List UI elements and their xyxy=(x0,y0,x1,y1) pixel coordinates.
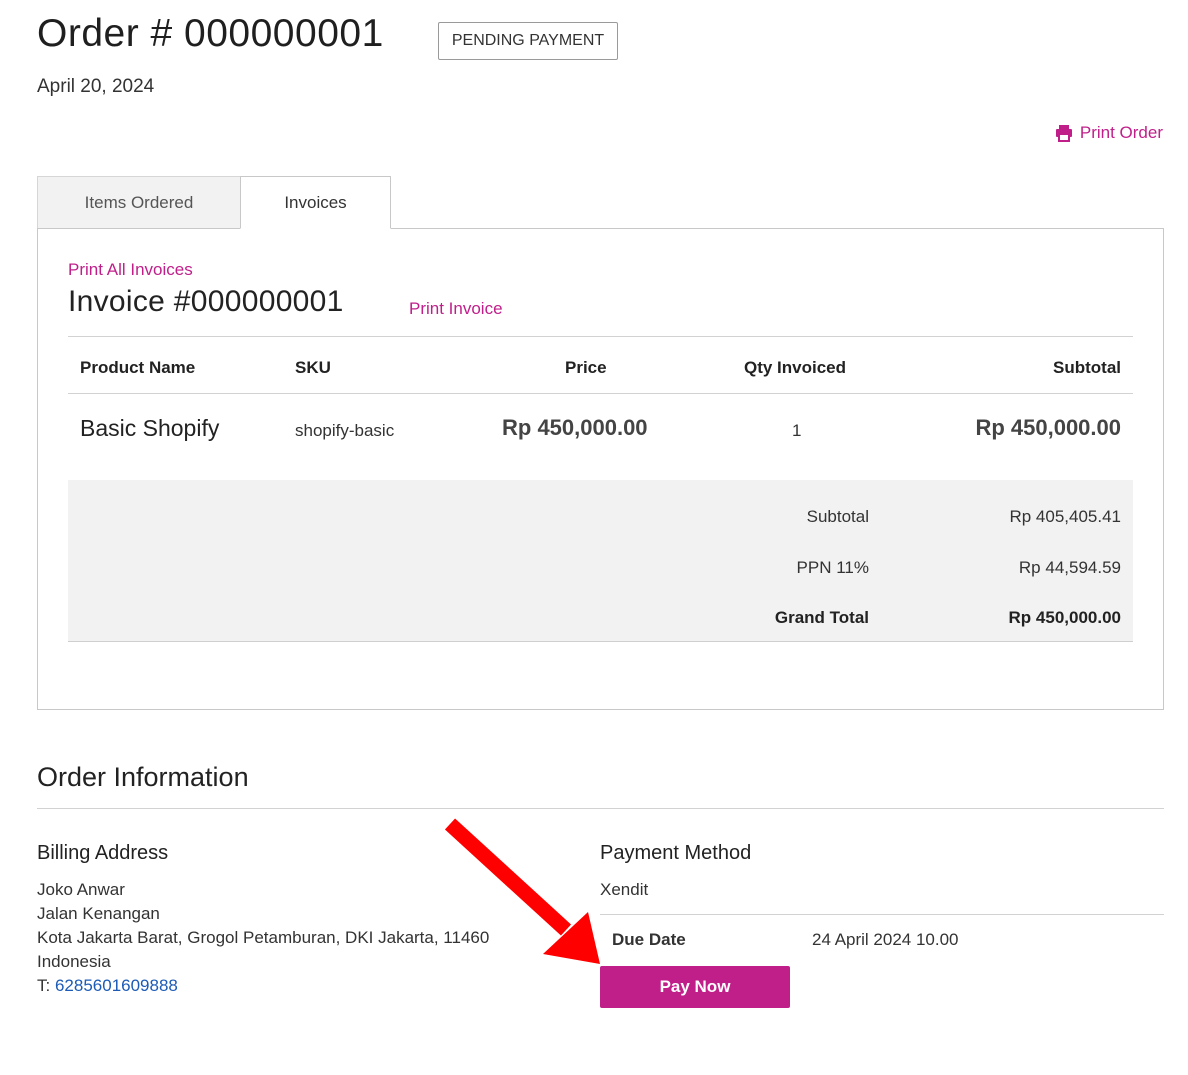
divider xyxy=(68,393,1133,394)
tab-invoices[interactable]: Invoices xyxy=(240,176,391,229)
print-order-label: Print Order xyxy=(1079,123,1163,142)
order-information-title: Order Information xyxy=(37,762,249,792)
divider xyxy=(600,914,1164,915)
due-date-value: 24 April 2024 10.00 xyxy=(812,930,959,949)
status-badge: PENDING PAYMENT xyxy=(438,22,618,60)
divider xyxy=(68,336,1133,337)
invoice-title: Invoice #000000001 xyxy=(68,285,344,318)
column-header-price: Price xyxy=(565,358,607,377)
tax-value: Rp 44,594.59 xyxy=(1018,558,1121,577)
row-product-name: Basic Shopify xyxy=(80,415,220,441)
red-arrow-annotation xyxy=(444,818,600,964)
column-header-subtotal: Subtotal xyxy=(1053,358,1121,377)
print-order-link[interactable]: Print Order xyxy=(1054,123,1163,143)
subtotal-label: Subtotal xyxy=(806,507,869,526)
billing-address-title: Billing Address xyxy=(37,842,169,864)
due-date-label: Due Date xyxy=(612,930,686,949)
column-header-qty: Qty Invoiced xyxy=(744,358,847,377)
phone-prefix: T: xyxy=(37,976,51,995)
order-title: Order # 000000001 xyxy=(37,12,384,55)
grand-total-value: Rp 450,000.00 xyxy=(1008,608,1121,627)
payment-method-title: Payment Method xyxy=(600,842,752,864)
totals-box xyxy=(68,480,1133,642)
print-invoice-link[interactable]: Print Invoice xyxy=(409,299,503,319)
phone-link[interactable]: 6285601609888 xyxy=(55,976,178,995)
row-sku: shopify-basic xyxy=(295,421,395,440)
billing-name: Joko Anwar xyxy=(37,880,125,899)
billing-phone: T: 6285601609888 xyxy=(37,976,178,996)
pay-now-button[interactable]: Pay Now xyxy=(600,966,790,1008)
divider xyxy=(37,808,1164,809)
billing-city: Kota Jakarta Barat, Grogol Petamburan, D… xyxy=(37,928,490,947)
column-header-product: Product Name xyxy=(80,358,196,377)
subtotal-value: Rp 405,405.41 xyxy=(1009,507,1121,526)
tab-items-ordered[interactable]: Items Ordered xyxy=(37,176,240,229)
billing-street: Jalan Kenangan xyxy=(37,904,160,923)
tax-label: PPN 11% xyxy=(796,558,869,577)
row-price: Rp 450,000.00 xyxy=(502,415,648,440)
row-qty: 1 xyxy=(792,421,802,440)
printer-icon xyxy=(1055,125,1072,142)
billing-country: Indonesia xyxy=(37,952,111,971)
print-all-invoices-link[interactable]: Print All Invoices xyxy=(68,260,193,280)
column-header-sku: SKU xyxy=(295,358,331,377)
order-date: April 20, 2024 xyxy=(37,76,155,97)
row-subtotal: Rp 450,000.00 xyxy=(975,415,1121,440)
grand-total-label: Grand Total xyxy=(774,608,869,627)
